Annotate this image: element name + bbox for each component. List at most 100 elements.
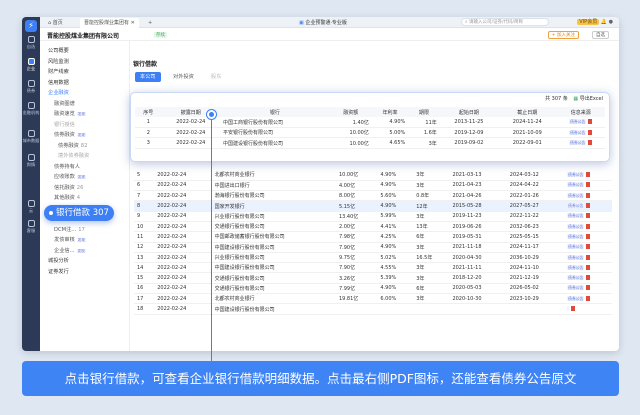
nav-item-18[interactable]: 发债审核 发现 bbox=[54, 236, 86, 243]
pdf-icon[interactable] bbox=[586, 295, 591, 301]
nav-item-1[interactable]: 风险监测 bbox=[48, 58, 69, 65]
cell-bank[interactable]: 中国工商银行股份有限公司 bbox=[219, 117, 330, 129]
rail-item-4[interactable]: 城市数据 bbox=[22, 130, 40, 143]
pdf-icon[interactable] bbox=[586, 275, 591, 281]
column-header[interactable]: 年利率 bbox=[371, 107, 409, 118]
column-header[interactable]: 融资额 bbox=[329, 107, 372, 118]
cell-bank[interactable]: 中国进出口银行 bbox=[211, 180, 336, 192]
nav-item-5[interactable]: 融资图谱 bbox=[54, 100, 75, 107]
pdf-icon[interactable] bbox=[586, 182, 591, 188]
pdf-icon[interactable] bbox=[586, 233, 591, 239]
column-header[interactable]: 起始日期 bbox=[439, 107, 499, 118]
nav-item-3[interactable]: 信用数据 bbox=[48, 79, 69, 86]
cell-bank[interactable]: 交通银行股份有限公司 bbox=[211, 272, 336, 284]
column-header[interactable]: 截止日期 bbox=[498, 107, 557, 118]
rail-item-2[interactable]: 债券 bbox=[22, 80, 40, 93]
vip-badge[interactable]: VIP会员 bbox=[577, 19, 600, 25]
cell-bank[interactable]: 交通银行股份有限公司 bbox=[211, 283, 336, 295]
cell-bank[interactable]: 中国建设银行股份有限公司 bbox=[219, 137, 330, 149]
nav-item-7[interactable]: 银行授信 bbox=[54, 121, 75, 128]
column-header[interactable]: 信息来源 bbox=[556, 107, 605, 118]
column-header[interactable]: 期限 bbox=[408, 107, 440, 118]
table-row[interactable]: 6 2022-02-24 中国进出口银行 4.00亿 4.90% 3年 2021-04-23… bbox=[134, 180, 612, 192]
table-row[interactable]: 14 2022-02-24 中国建设银行股份有限公司 7.90亿 4.55% 3年 2021… bbox=[134, 262, 612, 274]
nav-item-14[interactable]: 其他融资 4 bbox=[54, 194, 80, 201]
table-row[interactable]: 7 2022-02-24 渤海银行股份有限公司 8.00亿 5.60% 0.8年 2021-… bbox=[134, 190, 612, 202]
table-row[interactable]: 1 2022-02-24 中国工商银行股份有限公司 1.40亿 4.90% 11年 2013… bbox=[135, 117, 605, 129]
column-header[interactable]: 银行 bbox=[219, 107, 330, 118]
cell-bank[interactable]: 北都农村商业银行 bbox=[211, 293, 336, 305]
avatar[interactable]: ● bbox=[609, 19, 613, 25]
table-row[interactable]: 12 2022-02-24 中国建设银行股份有限公司 7.90亿 4.90% 3年 2021… bbox=[134, 242, 612, 253]
tab-home[interactable]: ⌂ 首页 bbox=[44, 18, 67, 28]
cell-bank[interactable]: 北都农村商业银行 bbox=[211, 170, 336, 181]
notification-icon[interactable]: 🔔 bbox=[601, 19, 607, 25]
rail-item-3[interactable]: 金融机构 bbox=[22, 102, 40, 115]
pdf-icon[interactable] bbox=[586, 203, 591, 209]
cell-bank[interactable]: 中国邮政储蓄银行股份有限公司 bbox=[211, 231, 336, 243]
subtab-own[interactable]: 本公司 bbox=[135, 72, 161, 82]
table-row[interactable]: 10 2022-02-24 交通银行股份有限公司 2.00亿 4.41% 13年 2019-… bbox=[134, 221, 612, 233]
rail-item-1[interactable]: 企业 bbox=[22, 58, 40, 71]
cell-bank[interactable]: 中国建设银行股份有限公司 bbox=[211, 303, 336, 315]
subtab-investment[interactable]: 对外投资 bbox=[168, 72, 199, 82]
cell-bank[interactable]: 中国建设银行股份有限公司 bbox=[211, 242, 336, 253]
bank-loan-callout[interactable]: 银行借款 307 bbox=[44, 205, 114, 221]
pdf-icon[interactable] bbox=[586, 223, 591, 229]
pdf-icon[interactable] bbox=[588, 140, 593, 146]
rail-item-6[interactable]: 云 bbox=[22, 200, 40, 213]
nav-item-8[interactable]: 债券融资 发现 bbox=[54, 131, 86, 138]
nav-item-9[interactable]: 债券融资 82 bbox=[58, 142, 87, 149]
export-excel-button[interactable]: ▦ 导出Excel bbox=[573, 96, 603, 102]
nav-item-19[interactable]: 企业信... 发现 bbox=[54, 247, 86, 254]
pdf-icon[interactable] bbox=[586, 285, 591, 291]
table-row[interactable]: 3 2022-02-24 中国建设银行股份有限公司 10.00亿 4.65% 3年 2019… bbox=[135, 137, 605, 149]
nav-item-21[interactable]: 证券发行 bbox=[48, 268, 69, 275]
table-row[interactable]: 9 2022-02-24 兴业银行股份有限公司 13.40亿 5.99% 3年 2019-1… bbox=[134, 211, 612, 222]
nav-item-10[interactable]: 境外债券融资 bbox=[58, 152, 89, 159]
pdf-icon[interactable] bbox=[571, 306, 576, 311]
subtab-shareholder[interactable]: 股东 bbox=[206, 72, 226, 82]
nav-item-12[interactable]: 应收账款 发现 bbox=[54, 173, 86, 180]
rail-item-0[interactable]: 自选 bbox=[22, 36, 40, 49]
table-row[interactable]: 5 2022-02-24 北都农村商业银行 10.00亿 4.90% 3年 2021-03-… bbox=[134, 170, 612, 181]
pdf-icon[interactable] bbox=[588, 129, 593, 135]
tab-company[interactable]: 晋能控股煤业集团有 ✕ bbox=[80, 18, 139, 28]
table-row[interactable]: 2 2022-02-24 平安银行股份有限公司 10.00亿 5.00% 1.6年 2019… bbox=[135, 127, 605, 139]
rail-item-5[interactable]: 舆情 bbox=[22, 154, 40, 167]
rail-item-7[interactable]: 客服 bbox=[22, 220, 40, 233]
pdf-icon[interactable] bbox=[586, 244, 591, 250]
table-row[interactable]: 16 2022-02-24 交通银行股份有限公司 7.99亿 4.90% 6年 2020-0… bbox=[134, 283, 612, 295]
cell-bank[interactable]: 兴业银行股份有限公司 bbox=[211, 211, 336, 222]
column-header[interactable]: 序号 bbox=[135, 107, 162, 118]
nav-item-17[interactable]: DCM注... 17 bbox=[54, 226, 85, 233]
nav-item-0[interactable]: 公司概要 bbox=[48, 47, 69, 54]
nav-item-20[interactable]: 城投分析 bbox=[48, 257, 69, 264]
table-row[interactable]: 11 2022-02-24 中国邮政储蓄银行股份有限公司 7.98亿 4.25% 6年 20… bbox=[134, 231, 612, 243]
table-row[interactable]: 8 2022-02-24 国家开发银行 5.15亿 4.90% 12年 2015-05-28… bbox=[134, 200, 612, 212]
cell-bank[interactable]: 兴业银行股份有限公司 bbox=[211, 252, 336, 264]
nav-item-4[interactable]: 企业融资 bbox=[48, 89, 69, 96]
pdf-icon[interactable] bbox=[586, 264, 591, 270]
table-row[interactable]: 17 2022-02-24 北都农村商业银行 19.81亿 6.00% 3年 2020-10… bbox=[134, 293, 612, 305]
new-tab-button[interactable]: + bbox=[144, 18, 156, 28]
cell-bank[interactable]: 渤海银行股份有限公司 bbox=[211, 190, 336, 202]
pdf-icon[interactable] bbox=[586, 192, 591, 198]
pdf-icon[interactable] bbox=[586, 213, 591, 219]
table-row[interactable]: 13 2022-02-24 兴业银行股份有限公司 9.75亿 5.02% 16.5年 202… bbox=[134, 252, 612, 264]
follow-button[interactable]: + 加入关注 bbox=[547, 31, 579, 39]
nav-item-6[interactable]: 融资速览 发现 bbox=[54, 110, 86, 117]
nav-item-2[interactable]: 财产线索 bbox=[48, 68, 69, 75]
pdf-icon[interactable] bbox=[586, 171, 591, 177]
select-button[interactable]: 自选 bbox=[592, 31, 609, 39]
nav-item-13[interactable]: 信托融资 26 bbox=[54, 184, 83, 191]
cell-bank[interactable]: 交通银行股份有限公司 bbox=[211, 221, 336, 233]
pdf-icon[interactable] bbox=[588, 119, 593, 125]
table-row[interactable]: 15 2022-02-24 交通银行股份有限公司 3.26亿 5.39% 3年 2018-1… bbox=[134, 272, 612, 284]
pdf-icon[interactable] bbox=[586, 254, 591, 260]
cell-bank[interactable]: 中国建设银行股份有限公司 bbox=[211, 262, 336, 274]
cell-bank[interactable]: 平安银行股份有限公司 bbox=[219, 127, 330, 139]
cell-bank[interactable]: 国家开发银行 bbox=[211, 200, 336, 212]
table-row[interactable]: 18 2022-02-24 中国建设银行股份有限公司 bbox=[134, 303, 612, 315]
nav-item-11[interactable]: 债券持有人 bbox=[54, 163, 80, 170]
